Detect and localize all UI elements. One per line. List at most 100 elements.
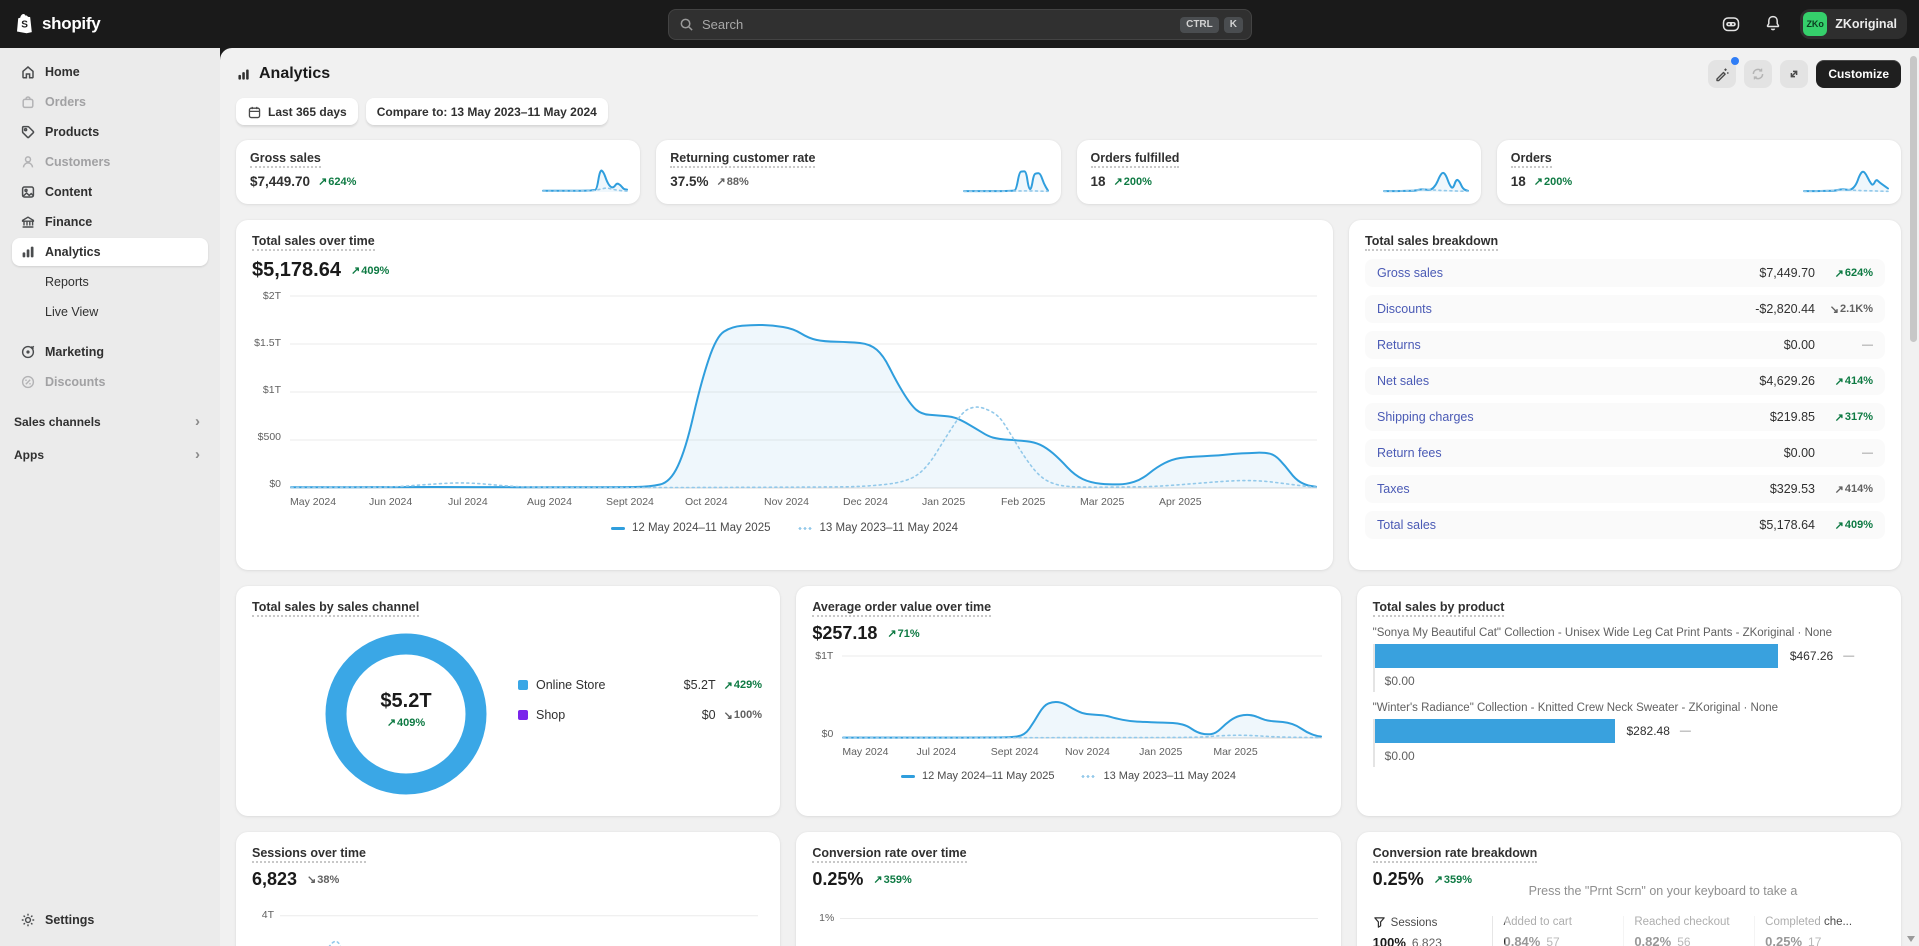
metric-card-orders[interactable]: Orders 18 ↗200% xyxy=(1497,140,1901,204)
total-sales-breakdown-card: Total sales breakdown Gross sales $7,449… xyxy=(1349,220,1901,570)
x-axis-labels: May 2024Jun 2024Jul 2024Aug 2024Sept 202… xyxy=(290,496,1317,508)
sidebar-item-products[interactable]: Products xyxy=(12,118,208,146)
sales-by-channel-card: Total sales by sales channel $5.2T ↗409%… xyxy=(236,586,780,816)
sidebar-item-content[interactable]: Content xyxy=(12,178,208,206)
metric-card-returning-customer-rate[interactable]: Returning customer rate 37.5% ↗88% xyxy=(656,140,1060,204)
magic-insights-button[interactable] xyxy=(1708,60,1736,88)
metric-value: $7,449.70 xyxy=(250,174,310,189)
breakdown-row: Shipping charges $219.85 ↗317% xyxy=(1365,403,1885,431)
chart-title[interactable]: Total sales by sales channel xyxy=(252,600,419,617)
refresh-button[interactable] xyxy=(1744,60,1772,88)
breakdown-link[interactable]: Discounts xyxy=(1377,302,1432,316)
chart-change: ↗409% xyxy=(351,264,389,277)
aov-line-chart xyxy=(842,652,1322,742)
funnel-step-sessions: Sessions 100%6,823 xyxy=(1373,916,1493,946)
channel-legend-shop: Shop $0 ↘100% xyxy=(518,708,762,722)
breakdown-link[interactable]: Total sales xyxy=(1377,518,1436,532)
breakdown-row: Returns $0.00 — xyxy=(1365,331,1885,359)
discounts-icon xyxy=(20,374,36,390)
compare-to-button[interactable]: Compare to: 13 May 2023–11 May 2024 xyxy=(366,98,608,126)
bell-icon xyxy=(1763,14,1783,34)
scrollbar-thumb[interactable] xyxy=(1910,56,1917,342)
average-order-value-card: Average order value over time $257.18 ↗7… xyxy=(796,586,1340,816)
x-axis-labels: May 2024Jul 2024Sept 2024Nov 2024Jan 202… xyxy=(842,746,1324,758)
sidebar-item-orders: Orders xyxy=(12,88,208,116)
page-title: Analytics xyxy=(236,65,330,83)
legend-dotted-marker xyxy=(797,527,813,530)
sidebar-item-finance[interactable]: Finance xyxy=(12,208,208,236)
products-icon xyxy=(20,124,36,140)
expand-button[interactable] xyxy=(1780,60,1808,88)
scrollbar-down-arrow[interactable] xyxy=(1907,936,1915,942)
y-axis-labels: $2T$1.5T$1T$500$0 xyxy=(252,290,290,490)
metric-card-gross-sales[interactable]: Gross sales $7,449.70 ↗624% xyxy=(236,140,640,204)
chart-change: ↗71% xyxy=(887,627,919,640)
breakdown-row: Taxes $329.53 ↗414% xyxy=(1365,475,1885,503)
customers-icon xyxy=(20,154,36,170)
refresh-icon xyxy=(1750,66,1766,82)
chart-title[interactable]: Total sales by product xyxy=(1373,600,1505,617)
sales-by-product-card: Total sales by product "Sonya My Beautif… xyxy=(1357,586,1901,816)
sidebar-item-settings[interactable]: Settings xyxy=(12,906,208,934)
breakdown-row: Discounts -$2,820.44 ↘2.1K% xyxy=(1365,295,1885,323)
gear-icon xyxy=(20,912,36,928)
chevron-right-icon: › xyxy=(195,447,200,462)
sessions-line-chart xyxy=(280,896,758,946)
magic-wand-icon xyxy=(1714,66,1730,82)
breakdown-link[interactable]: Gross sales xyxy=(1377,266,1443,280)
sparkline-chart xyxy=(1383,162,1469,196)
breakdown-link[interactable]: Shipping charges xyxy=(1377,410,1474,424)
notifications-button[interactable] xyxy=(1758,9,1788,39)
global-search[interactable]: CTRL K xyxy=(668,9,1252,40)
breakdown-link[interactable]: Taxes xyxy=(1377,482,1410,496)
metric-card-orders-fulfilled[interactable]: Orders fulfilled 18 ↗200% xyxy=(1077,140,1481,204)
chart-title[interactable]: Conversion rate over time xyxy=(812,846,966,863)
breakdown-title[interactable]: Total sales breakdown xyxy=(1365,234,1498,251)
search-input[interactable] xyxy=(702,17,1175,32)
metric-title[interactable]: Gross sales xyxy=(250,151,321,168)
metric-change: ↗624% xyxy=(318,175,356,188)
calendar-icon xyxy=(247,105,262,120)
sidebar-item-analytics[interactable]: Analytics xyxy=(12,238,208,266)
sidebar-item-reports[interactable]: Reports xyxy=(12,268,208,296)
date-range-button[interactable]: Last 365 days xyxy=(236,98,358,126)
sparkline-chart xyxy=(1803,162,1889,196)
breakdown-link[interactable]: Net sales xyxy=(1377,374,1429,388)
sidebar-item-live-view[interactable]: Live View xyxy=(12,298,208,326)
breakdown-link[interactable]: Returns xyxy=(1377,338,1421,352)
sidebar-item-customers: Customers xyxy=(12,148,208,176)
sidebar-item-marketing[interactable]: Marketing xyxy=(12,338,208,366)
expand-icon xyxy=(1786,66,1802,82)
chart-title[interactable]: Average order value over time xyxy=(812,600,991,617)
chart-value: $257.18 xyxy=(812,623,877,644)
y-axis-labels: 1% xyxy=(812,896,840,946)
shopify-logo[interactable]: S shopify xyxy=(0,13,220,35)
chart-title[interactable]: Total sales over time xyxy=(252,234,375,251)
breakdown-link[interactable]: Return fees xyxy=(1377,446,1442,460)
breakdown-row: Net sales $4,629.26 ↗414% xyxy=(1365,367,1885,395)
kbd-k: K xyxy=(1224,17,1243,33)
conversion-line-chart xyxy=(840,896,1318,946)
sidebar-section-sales-channels[interactable]: Sales channels › xyxy=(12,414,208,429)
svg-text:S: S xyxy=(21,20,28,31)
customize-button[interactable]: Customize xyxy=(1816,60,1901,88)
metric-title[interactable]: Orders xyxy=(1511,151,1552,168)
product-row: "Sonya My Beautiful Cat" Collection - Un… xyxy=(1373,627,1885,692)
sidebar-item-home[interactable]: Home xyxy=(12,58,208,86)
legend-swatch xyxy=(518,710,528,720)
total-sales-over-time-card: Total sales over time $5,178.64 ↗409% $2… xyxy=(236,220,1333,570)
chart-title[interactable]: Sessions over time xyxy=(252,846,366,863)
metric-change: ↗200% xyxy=(1534,175,1572,188)
chart-title[interactable]: Conversion rate breakdown xyxy=(1373,846,1538,863)
sidekick-button[interactable] xyxy=(1716,9,1746,39)
metric-title[interactable]: Returning customer rate xyxy=(670,151,815,168)
chart-change: ↘38% xyxy=(307,873,339,886)
metric-title[interactable]: Orders fulfilled xyxy=(1091,151,1180,168)
user-menu[interactable]: ZKo ZKoriginal xyxy=(1800,9,1907,39)
legend-previous-period: 13 May 2023–11 May 2024 xyxy=(797,522,959,534)
funnel-step-added-to-cart: Added to cart 0.84%57 xyxy=(1492,916,1623,946)
sidebar-section-apps[interactable]: Apps › xyxy=(12,447,208,462)
chart-value: 0.25% xyxy=(812,869,863,890)
channel-legend-online-store: Online Store $5.2T ↗429% xyxy=(518,678,762,692)
y-axis-labels: $1T$0 xyxy=(812,650,842,740)
